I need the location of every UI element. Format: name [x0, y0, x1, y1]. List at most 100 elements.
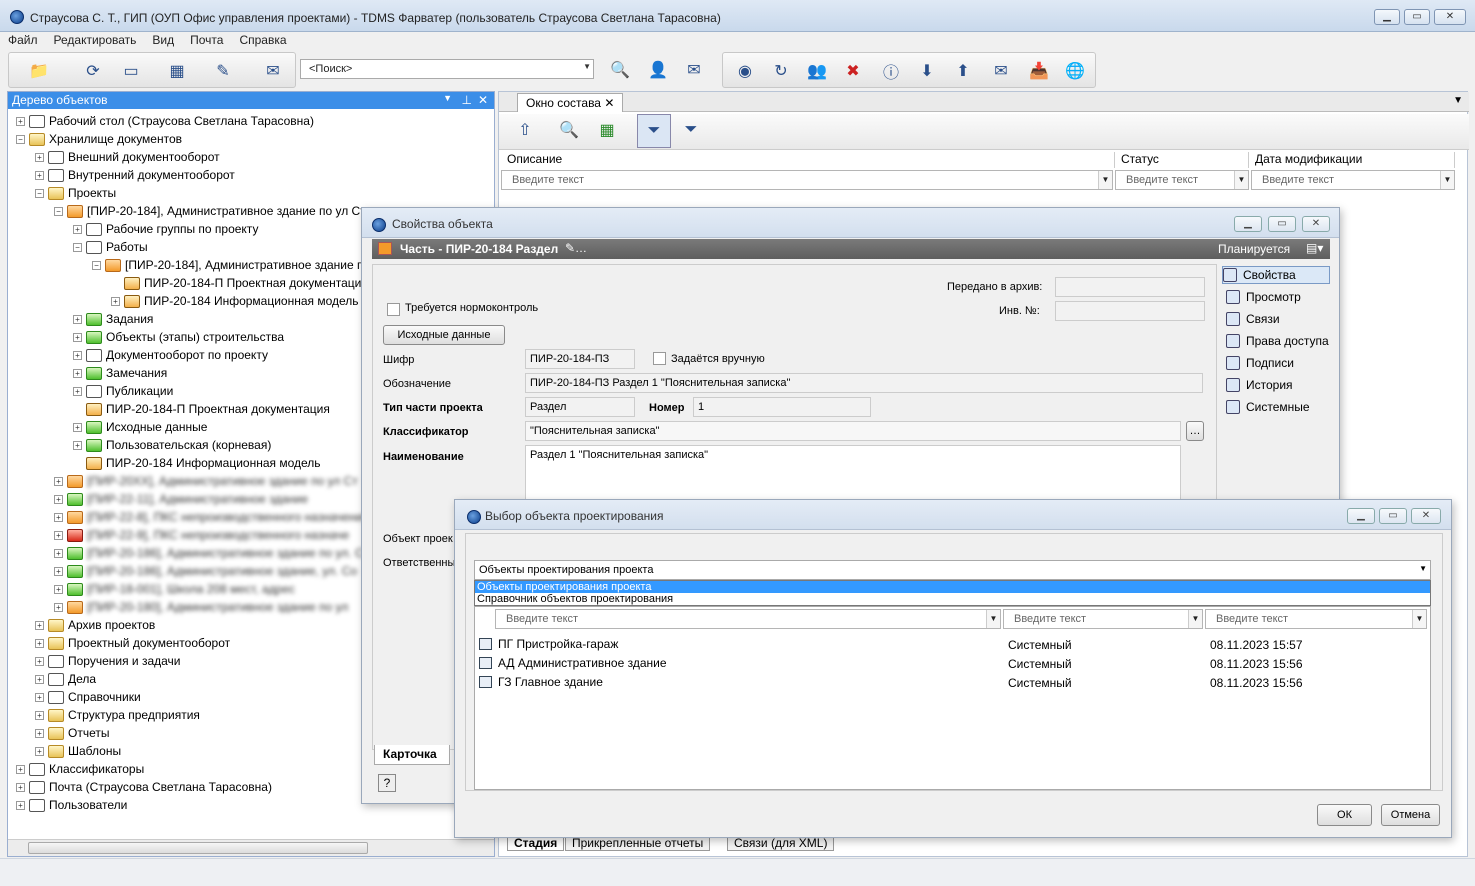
source-data-button[interactable]: Исходные данные [383, 325, 505, 345]
tree-node[interactable]: + Рабочие группы по проекту [73, 220, 258, 238]
tab-close-icon[interactable]: ✕ [604, 96, 614, 110]
tree-node[interactable]: + Задания [73, 310, 153, 328]
tree-scroll-thumb[interactable] [28, 842, 368, 854]
dropdown-icon[interactable]: ▼ [1440, 171, 1454, 189]
preview-icon[interactable]: 🔍 [557, 118, 581, 142]
side-access[interactable]: Права доступа [1226, 334, 1329, 348]
tree-node[interactable]: + Классификаторы [16, 760, 144, 778]
tree-node[interactable]: + Рабочий стол (Страусова Светлана Тарасо… [16, 112, 314, 130]
tree-node[interactable]: + Поручения и задачи [35, 652, 181, 670]
option-objects-directory[interactable]: Справочник объектов проектирования [475, 593, 1430, 605]
side-links[interactable]: Связи [1226, 312, 1280, 326]
tree-hscrollbar[interactable] [8, 839, 494, 856]
expander-icon[interactable]: + [73, 368, 82, 378]
search-mail-icon[interactable]: ✉ [682, 58, 706, 82]
search-user-icon[interactable]: 👤 [646, 58, 670, 82]
users-icon[interactable]: 👥 [805, 59, 829, 83]
tree-node[interactable]: + [ПИР-20-186], Административное здание, … [54, 562, 357, 580]
tree-node[interactable]: + Внешний документооборот [35, 148, 220, 166]
desktop-icon[interactable]: ▭ [119, 59, 143, 83]
expander-icon[interactable]: − [16, 134, 25, 144]
col-modified[interactable]: Дата модификации [1249, 152, 1455, 168]
tree-node[interactable]: + [ПИР-22-9], ПКС непроизводственного наз… [54, 526, 349, 544]
expander-icon[interactable]: + [73, 332, 82, 342]
expander-icon[interactable]: + [35, 710, 44, 720]
expander-icon[interactable]: − [73, 242, 82, 252]
tree-node[interactable]: + [ПИР-20XX], Административное здание по … [54, 472, 358, 490]
tree-node[interactable]: + Почта (Страусова Светлана Тарасовна) [16, 778, 272, 796]
expander-icon[interactable]: + [16, 800, 25, 810]
tree-node[interactable]: + [ПИР-22-8], ПКС непроизводственного наз… [54, 508, 369, 526]
side-signatures[interactable]: Подписи [1226, 356, 1294, 370]
refresh-icon[interactable]: ⟳ [81, 59, 105, 83]
expander-icon[interactable]: + [16, 116, 25, 126]
tree-node[interactable]: + [ПИР-22-11], Административное здание [54, 490, 308, 508]
expander-icon[interactable]: + [35, 656, 44, 666]
upload-doc-icon[interactable]: ⬆ [951, 59, 975, 83]
dropdown-icon[interactable]: ▼ [1234, 171, 1248, 189]
tree-node[interactable]: + Пользовательская (корневая) [73, 436, 271, 454]
expander-icon[interactable]: + [35, 152, 44, 162]
expander-icon[interactable]: + [73, 350, 82, 360]
expander-icon[interactable]: + [35, 746, 44, 756]
tree-node[interactable]: + Проектный документооборот [35, 634, 230, 652]
tree-node[interactable]: − Хранилище документов [16, 130, 182, 148]
filter-modified[interactable]: Введите текст ▼ [1251, 170, 1455, 190]
expander-icon[interactable]: + [73, 422, 82, 432]
up-icon[interactable]: ⇧ [513, 118, 537, 142]
number-field[interactable]: 1 [693, 397, 871, 417]
ok-button[interactable]: ОК [1317, 804, 1372, 826]
tree-node[interactable]: + Документооборот по проекту [73, 346, 268, 364]
excel-icon[interactable]: ▦ [595, 118, 619, 142]
menu-file[interactable]: Файл [0, 32, 46, 49]
expander-icon[interactable]: + [54, 476, 63, 486]
minimize-button[interactable]: ▁ [1374, 9, 1400, 25]
expander-icon[interactable]: + [54, 566, 63, 576]
edit-icon[interactable]: ✎ [211, 59, 235, 83]
props-minimize-button[interactable]: ▁ [1234, 216, 1262, 232]
tab-composition[interactable]: Окно состава ✕ [517, 93, 624, 112]
tree-node[interactable]: + Шаблоны [35, 742, 121, 760]
message-icon[interactable]: ✉ [989, 59, 1013, 83]
tree-node[interactable]: ПИР-20-184-П Проектная документация [73, 400, 330, 418]
dropdown-icon[interactable]: ▼ [1412, 610, 1426, 628]
new-object-icon[interactable]: 📁 [27, 59, 51, 83]
logo-icon[interactable]: ◉ [733, 59, 757, 83]
table-row[interactable]: ПГ Пристройка-гараж [479, 637, 618, 651]
expander-icon[interactable]: + [54, 530, 63, 540]
side-history[interactable]: История [1226, 378, 1293, 392]
expander-icon[interactable]: + [54, 512, 63, 522]
send-icon[interactable]: ✉ [261, 59, 285, 83]
cancel-button[interactable]: Отмена [1381, 804, 1440, 826]
tree-node[interactable]: + Замечания [73, 364, 167, 382]
tabs-menu-icon[interactable]: ▼ [1453, 95, 1463, 106]
expander-icon[interactable]: + [54, 494, 63, 504]
props-maximize-button[interactable]: ▭ [1268, 216, 1296, 232]
tree-node[interactable]: + Объекты (этапы) строительства [73, 328, 284, 346]
expander-icon[interactable]: + [16, 764, 25, 774]
table-row[interactable]: ГЗ Главное здание [479, 675, 603, 689]
side-system[interactable]: Системные [1226, 400, 1310, 414]
combo-dropdown-icon[interactable]: ▼ [1419, 564, 1427, 573]
filter-settings-icon[interactable]: ⏷ [679, 118, 703, 142]
filter-description[interactable]: Введите текст ▼ [501, 170, 1113, 190]
tree-node[interactable]: + Справочники [35, 688, 141, 706]
filter-name[interactable]: Введите текст ▼ [495, 609, 1001, 629]
expander-icon[interactable]: + [54, 584, 63, 594]
side-properties[interactable]: Свойства [1222, 266, 1330, 284]
tree-node[interactable]: + [ПИР-18-001], Школа 208 мест, адрес [54, 580, 295, 598]
expander-icon[interactable]: + [35, 674, 44, 684]
props-close-button[interactable]: ✕ [1302, 216, 1330, 232]
expander-icon[interactable]: + [16, 782, 25, 792]
globe-icon[interactable]: 🌐 [1063, 59, 1087, 83]
filter-date[interactable]: Введите текст ▼ [1205, 609, 1427, 629]
filter-icon[interactable]: ⏷ [637, 114, 671, 148]
expander-icon[interactable]: + [35, 638, 44, 648]
expander-icon[interactable]: + [35, 692, 44, 702]
name-field[interactable]: Раздел 1 "Пояснительная записка" [525, 445, 1181, 503]
expander-icon[interactable]: + [73, 440, 82, 450]
tree-node[interactable]: + ПИР-20-184 Информационная модель [111, 292, 359, 310]
normcontrol-checkbox[interactable] [387, 303, 400, 316]
tab-card[interactable]: Карточка [374, 745, 450, 765]
menu-view[interactable]: Вид [144, 32, 182, 49]
